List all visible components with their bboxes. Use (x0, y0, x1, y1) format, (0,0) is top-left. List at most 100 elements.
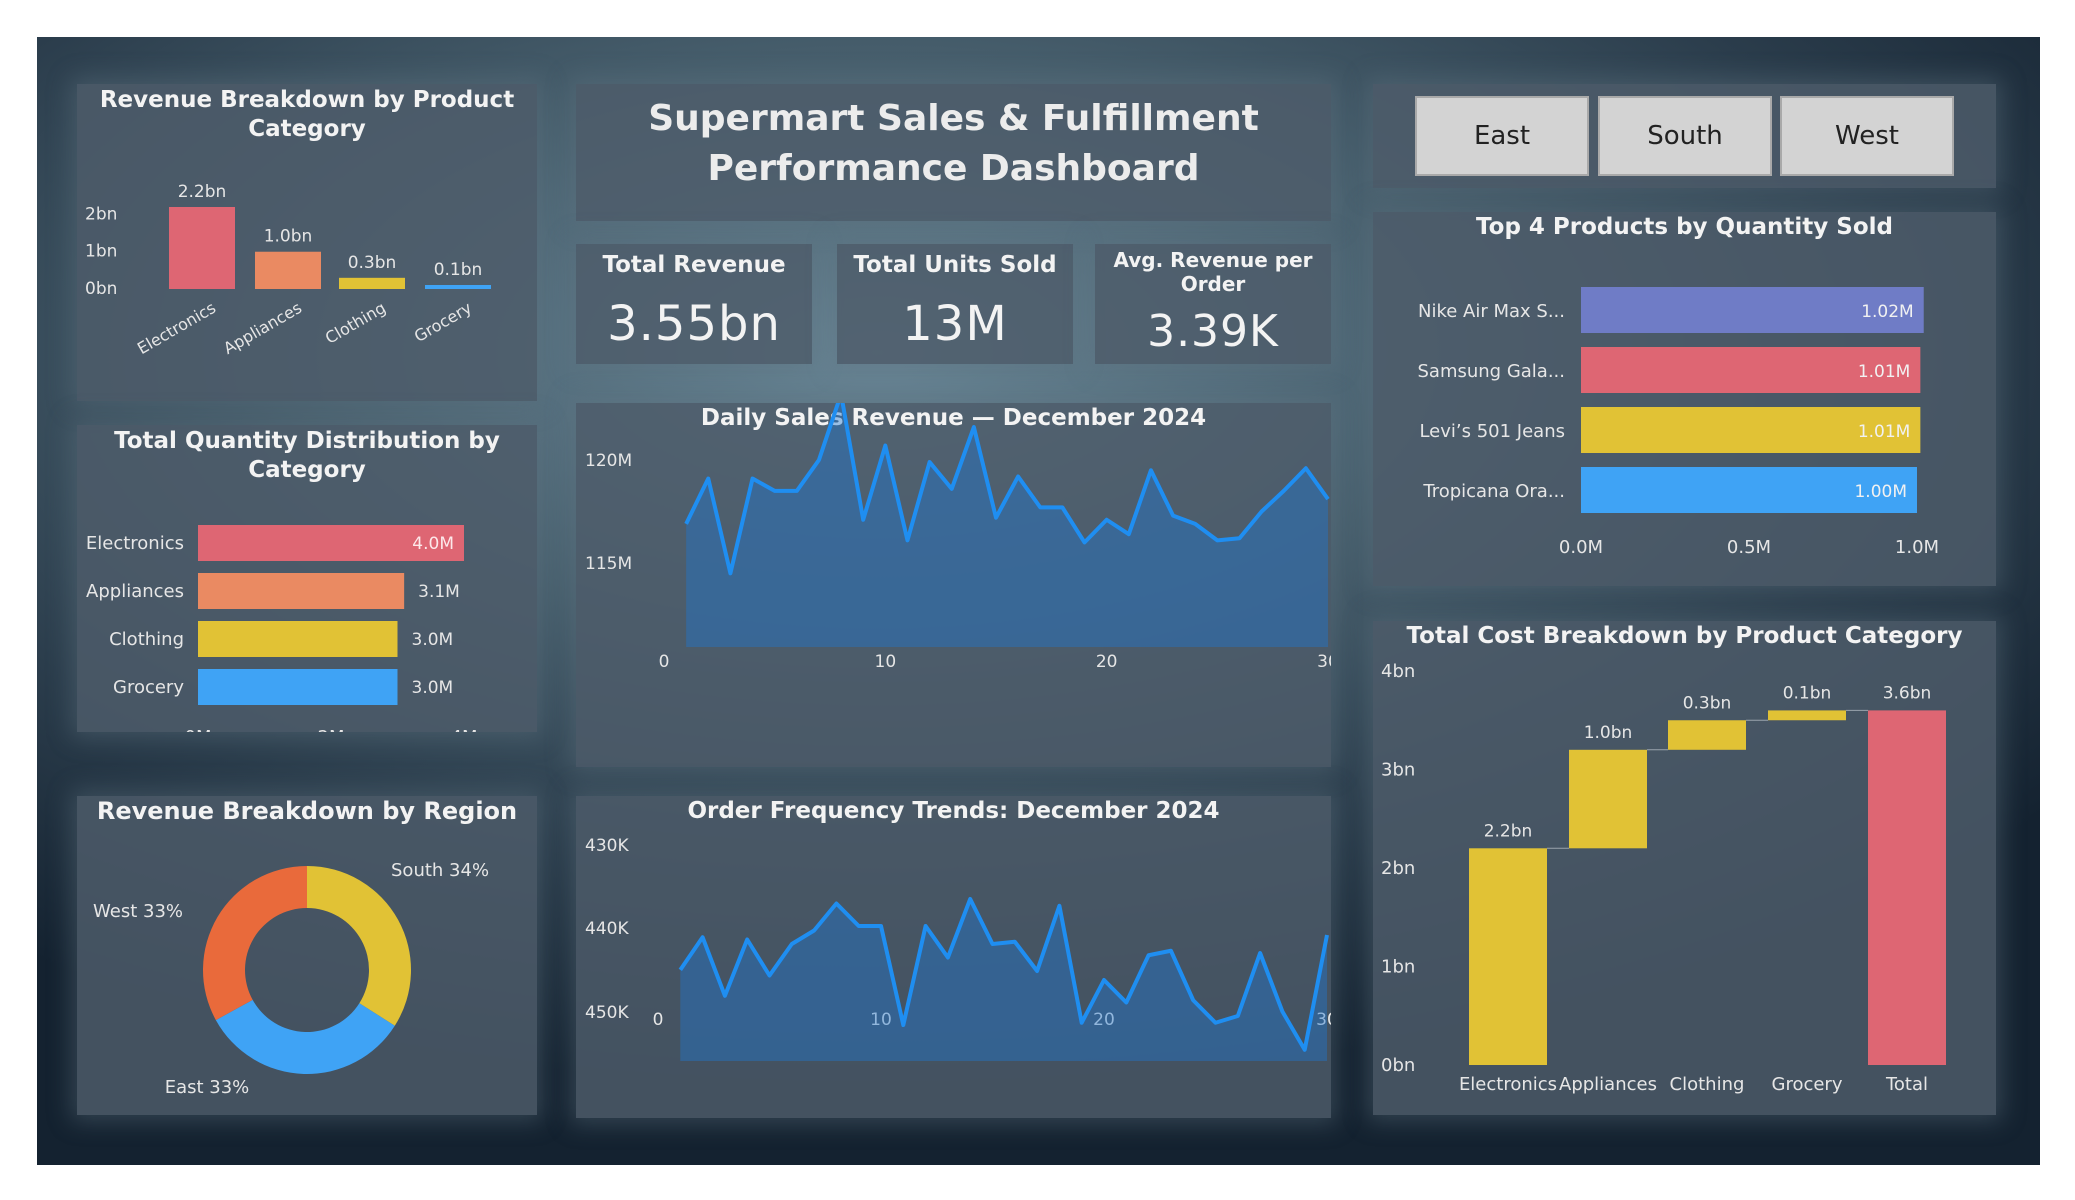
category-label: Clothing (109, 629, 184, 650)
kpi-units-sold: Total Units Sold 13M (837, 244, 1073, 364)
product-label: Nike Air Max S... (1418, 301, 1565, 322)
kpi-units-sold-label: Total Units Sold (853, 252, 1057, 278)
product-label: Samsung Gala... (1417, 361, 1565, 382)
x-tick-label: 0.0M (1559, 537, 1603, 558)
revenue-category-chart: 0bn 1bn 2bn 2.2bn Electronics 1.0bn Appliances… (85, 182, 491, 358)
x-tick-label: Appliances (1559, 1074, 1657, 1095)
region-button-south[interactable]: South (1598, 96, 1772, 176)
y-tick-label: 430K (585, 836, 629, 856)
y-tick-label: 120M (585, 451, 632, 471)
dashboard-canvas: Revenue Breakdown by Product Category 0b… (37, 37, 2040, 1165)
x-tick-label: Clothing (322, 298, 389, 348)
category-label: Appliances (86, 581, 184, 602)
x-tick-label: Appliances (220, 298, 305, 358)
data-label: 1.00M (1854, 482, 1907, 502)
data-label: 1.02M (1861, 302, 1914, 322)
category-label: Grocery (113, 677, 184, 698)
bar-clothing (198, 621, 398, 657)
data-label: 0.3bn (348, 253, 397, 273)
dashboard-title-line2: Performance Dashboard (707, 148, 1200, 189)
x-tick-label: 0 (653, 1010, 664, 1030)
kpi-avg-revenue: Avg. Revenue per Order 3.39K (1095, 244, 1331, 364)
revenue-region-chart: South 34% East 33% West 33% (93, 860, 489, 1098)
y-tick-label: 0bn (1381, 1055, 1415, 1076)
donut-slice-west (203, 866, 307, 1021)
data-label: 0.3bn (1683, 693, 1732, 713)
y-tick-label: 1bn (85, 242, 117, 262)
x-tick-label: 0.5M (1727, 537, 1771, 558)
kpi-total-revenue-value: 3.55bn (607, 296, 781, 352)
slice-label-south: South 34% (391, 860, 489, 881)
bar-grocery (198, 669, 398, 705)
x-tick-label: 30 (1317, 652, 1331, 672)
waterfall-bar-grocery (1768, 710, 1846, 721)
donut-slice-south (307, 866, 411, 1026)
waterfall-bar-total (1868, 710, 1946, 1065)
revenue-region-panel: Revenue Breakdown by Region South 34% Eas… (77, 796, 537, 1115)
region-filter-panel: East South West (1373, 84, 1996, 188)
kpi-avg-revenue-label-line2: Order (1180, 272, 1246, 296)
x-tick-label: 2M (318, 727, 345, 732)
y-tick-label: 2bn (1381, 858, 1415, 879)
data-label: 3.1M (418, 582, 460, 602)
dashboard-title-line1: Supermart Sales & Fulfillment (648, 98, 1259, 139)
x-tick-label: 4M (451, 727, 478, 732)
data-label: 0.1bn (1783, 683, 1832, 703)
product-label: Levi’s 501 Jeans (1419, 421, 1565, 442)
bar-grocery (425, 285, 491, 289)
data-label: 2.2bn (1484, 821, 1533, 841)
data-label: 3.0M (412, 630, 454, 650)
kpi-total-revenue-label: Total Revenue (602, 252, 786, 278)
region-button-east[interactable]: East (1415, 96, 1589, 176)
daily-sales-panel: Daily Sales Revenue — December 2024 115M… (576, 403, 1331, 767)
top-products-panel: Top 4 Products by Quantity Sold Nike Air… (1373, 212, 1996, 586)
area-fill (680, 899, 1327, 1061)
x-tick-label: Clothing (1670, 1074, 1745, 1095)
y-tick-label: 450K (585, 1003, 629, 1023)
y-tick-label: 3bn (1381, 760, 1415, 781)
data-label: 1.01M (1858, 362, 1911, 382)
x-tick-label: Grocery (1772, 1074, 1843, 1095)
data-label: 1.01M (1858, 422, 1911, 442)
kpi-avg-revenue-value: 3.39K (1147, 306, 1279, 357)
data-label: 0.1bn (434, 260, 483, 280)
y-tick-label: 0bn (85, 279, 117, 299)
bar-appliances (255, 251, 321, 289)
kpi-avg-revenue-label: Avg. Revenue per Order (1095, 248, 1331, 296)
daily-sales-chart: 115M 120M 0 10 20 30 (585, 403, 1331, 672)
kpi-avg-revenue-label-line1: Avg. Revenue per (1113, 248, 1313, 272)
quantity-category-panel: Total Quantity Distribution by Category … (77, 425, 537, 732)
x-tick-label: 0M (185, 727, 212, 732)
cost-breakdown-chart: 0bn 1bn 2bn 3bn 4bn 2.2bn Electronics 1.0bn Appl… (1381, 661, 1946, 1095)
region-button-west[interactable]: West (1780, 96, 1954, 176)
x-tick-label: Grocery (411, 298, 475, 346)
x-tick-label: 20 (1096, 652, 1118, 672)
order-frequency-panel: Order Frequency Trends: December 2024 43… (576, 796, 1331, 1118)
kpi-total-revenue: Total Revenue 3.55bn (576, 244, 812, 364)
y-tick-label: 440K (585, 919, 629, 939)
y-tick-label: 4bn (1381, 661, 1415, 682)
x-tick-label: 1.0M (1895, 537, 1939, 558)
kpi-units-sold-value: 13M (902, 296, 1008, 352)
slice-label-west: West 33% (93, 901, 183, 922)
dashboard-title: Supermart Sales & Fulfillment Performanc… (576, 94, 1331, 194)
area-fill (686, 403, 1328, 647)
product-label: Tropicana Ora... (1422, 481, 1565, 502)
category-label: Electronics (86, 533, 184, 554)
x-tick-label: 10 (875, 652, 897, 672)
quantity-category-chart: Electronics 4.0M Appliances 3.1M Clothing 3.0… (86, 525, 478, 732)
order-frequency-chart: 430K440K450K0102030 (585, 836, 1331, 1061)
top-products-chart: Nike Air Max S... 1.02M Samsung Gala... 1.0… (1417, 287, 1939, 558)
donut-slice-east (215, 999, 395, 1074)
data-label: 1.0bn (1584, 723, 1633, 743)
y-tick-label: 115M (585, 554, 632, 574)
title-panel: Supermart Sales & Fulfillment Performanc… (576, 84, 1331, 221)
data-label: 4.0M (412, 534, 454, 554)
data-label: 3.0M (412, 678, 454, 698)
slice-label-east: East 33% (165, 1077, 250, 1098)
waterfall-bar-electronics (1469, 848, 1547, 1065)
x-tick-label: 0 (659, 652, 670, 672)
data-label: 1.0bn (264, 227, 313, 247)
bar-clothing (339, 277, 405, 289)
y-tick-label: 2bn (85, 204, 117, 224)
